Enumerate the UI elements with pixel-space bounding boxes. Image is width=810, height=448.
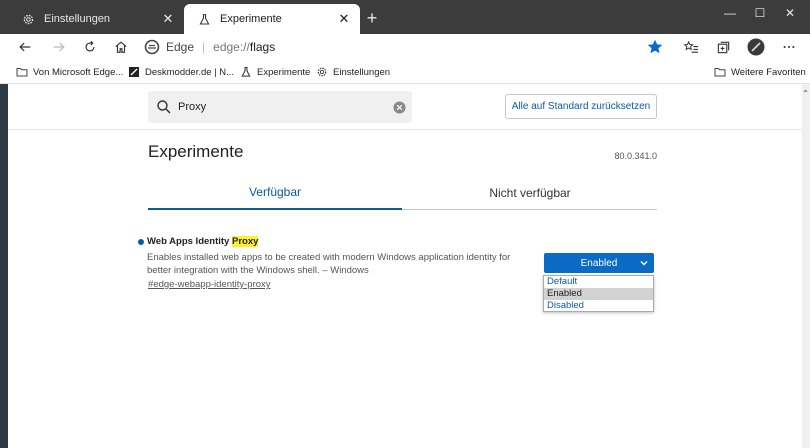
favorites-button[interactable] [678, 34, 704, 60]
site-name: Edge [166, 40, 195, 54]
collections-icon [717, 41, 729, 53]
experiment-description: Enables installed web apps to be created… [147, 252, 511, 276]
edge-logo-icon [144, 39, 160, 55]
scroll-up-arrow-icon[interactable] [803, 86, 808, 96]
tab-close-icon[interactable]: ✕ [160, 11, 176, 27]
profile-button[interactable] [743, 34, 769, 60]
window-edge [0, 84, 8, 448]
version-number: 80.0.341.0 [614, 151, 657, 161]
chevron-down-icon [640, 261, 648, 266]
tab-experimente[interactable]: Experimente ✕ [184, 4, 360, 34]
favorite-experimente[interactable]: Experimente [240, 64, 310, 80]
tab-strip: Einstellungen ✕ Experimente ✕ + — ☐ ✕ [0, 0, 810, 34]
clear-search-icon[interactable] [393, 100, 406, 114]
flask-icon [196, 11, 212, 27]
back-button[interactable] [12, 34, 38, 60]
folder-icon [714, 68, 726, 77]
collections-button[interactable] [710, 34, 736, 60]
favorites-list-icon [683, 40, 698, 53]
flag-tabs: Verfügbar Nicht verfügbar [148, 176, 657, 210]
url-text: edge://flags [213, 40, 276, 54]
flask-icon [241, 66, 251, 77]
address-toolbar: Edge | edge://flags [0, 34, 810, 60]
home-button[interactable] [108, 34, 134, 60]
other-favorites[interactable]: Weitere Favoriten [714, 64, 806, 80]
back-arrow-icon [19, 42, 31, 52]
tab-close-icon[interactable]: ✕ [336, 11, 352, 27]
page-title: Experimente [148, 142, 244, 161]
modified-indicator [138, 239, 144, 245]
tab-title: Experimente [220, 13, 282, 25]
more-dots-icon [783, 45, 795, 49]
close-window-button[interactable]: ✕ [770, 0, 810, 26]
tab-available[interactable]: Verfügbar [148, 176, 402, 210]
flags-page: Proxy Alle auf Standard zurücksetzen Exp… [8, 84, 810, 448]
tab-unavailable[interactable]: Nicht verfügbar [403, 176, 657, 210]
forward-arrow-icon [53, 42, 65, 52]
option-enabled[interactable]: Enabled [544, 288, 653, 300]
gear-icon [20, 11, 36, 27]
experiment-name: Web Apps Identity Proxy [147, 236, 259, 247]
page-header: Proxy Alle auf Standard zurücksetzen [8, 84, 810, 130]
search-icon [157, 100, 171, 114]
favorite-einstellungen[interactable]: Einstellungen [316, 64, 390, 80]
favorites-bar: Von Microsoft Edge... Deskmodder.de | N.… [0, 60, 810, 84]
address-separator: | [202, 40, 206, 54]
selected-value: Enabled [580, 257, 618, 269]
reset-all-button[interactable]: Alle auf Standard zurücksetzen [505, 94, 657, 119]
deskmodder-icon [129, 67, 139, 77]
forward-button[interactable] [46, 34, 72, 60]
option-disabled[interactable]: Disabled [544, 300, 653, 312]
select-dropdown: Default Enabled Disabled [543, 275, 654, 312]
tab-title: Einstellungen [44, 13, 111, 25]
gear-icon [317, 67, 327, 77]
address-bar[interactable]: Edge | edge://flags [140, 35, 672, 59]
tab-einstellungen[interactable]: Einstellungen ✕ [8, 4, 184, 34]
option-default[interactable]: Default [544, 276, 653, 288]
new-tab-button[interactable]: + [362, 8, 382, 28]
search-highlight: Proxy [231, 236, 259, 247]
refresh-button[interactable] [77, 34, 103, 60]
search-value: Proxy [178, 101, 207, 113]
favorite-von-microsoft-edge[interactable]: Von Microsoft Edge... [16, 64, 123, 80]
experiment-link[interactable]: #edge-webapp-identity-proxy [148, 279, 271, 290]
scrollbar[interactable] [802, 84, 810, 448]
experiment-state-select[interactable]: Enabled [544, 253, 654, 273]
refresh-icon [85, 40, 95, 52]
favorite-star-icon[interactable] [646, 38, 664, 56]
home-icon [115, 41, 127, 53]
search-input[interactable]: Proxy [148, 91, 412, 123]
favorite-deskmodder[interactable]: Deskmodder.de | N... [128, 64, 234, 80]
avatar [747, 38, 765, 56]
menu-button[interactable] [776, 34, 802, 60]
folder-icon [16, 68, 28, 77]
